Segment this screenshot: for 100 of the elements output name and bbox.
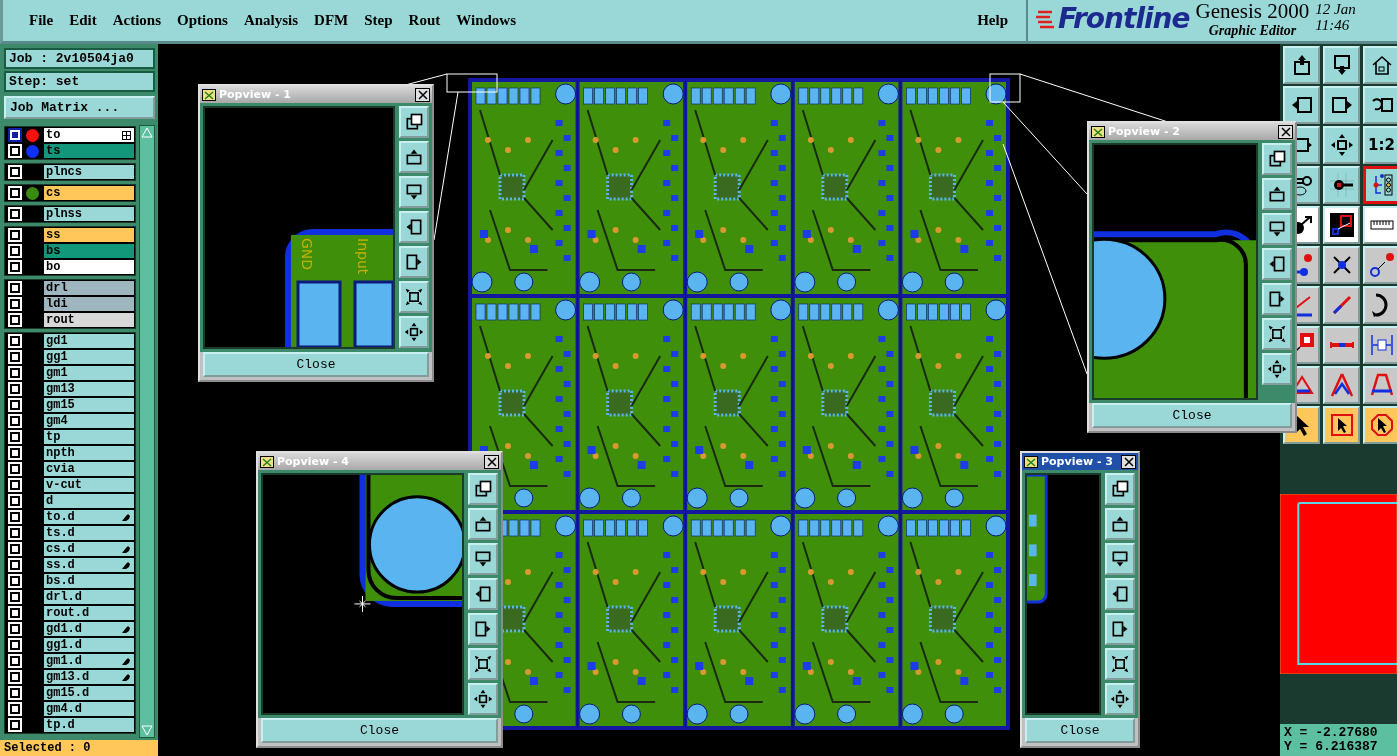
close-window-button[interactable] bbox=[1121, 454, 1136, 469]
layer-checkbox[interactable] bbox=[10, 315, 20, 325]
window-copy-button[interactable] bbox=[399, 106, 429, 138]
layer-checkbox[interactable] bbox=[10, 262, 20, 272]
layer-checkbox[interactable] bbox=[10, 416, 20, 426]
close-window-button[interactable] bbox=[415, 87, 430, 102]
layer-item[interactable]: ts bbox=[44, 144, 134, 158]
undo-tool[interactable] bbox=[1363, 86, 1397, 124]
layer-checkbox[interactable] bbox=[10, 448, 20, 458]
arch-tool[interactable] bbox=[1363, 366, 1397, 404]
layer-item[interactable]: ss.d bbox=[44, 558, 134, 572]
zoom-out-button[interactable] bbox=[1262, 353, 1292, 385]
zoom-in-button[interactable] bbox=[1105, 648, 1135, 680]
menu-item[interactable]: Rout bbox=[402, 12, 447, 29]
job-matrix-button[interactable]: Job Matrix ... bbox=[4, 96, 155, 119]
rotate-tool[interactable] bbox=[1363, 286, 1397, 324]
layer-item[interactable]: npth bbox=[44, 446, 134, 460]
tray-up-button[interactable] bbox=[468, 508, 498, 540]
tray-up-button[interactable] bbox=[1105, 508, 1135, 540]
layer-checkbox[interactable] bbox=[10, 384, 20, 394]
square-line-tool[interactable] bbox=[1323, 206, 1360, 244]
layer-item[interactable]: ss bbox=[44, 228, 134, 242]
layer-item[interactable]: gd1 bbox=[44, 334, 134, 348]
pointer-square-tool[interactable] bbox=[1323, 406, 1360, 444]
box-arrow-left-tool[interactable] bbox=[1283, 86, 1320, 124]
tray-down-button[interactable] bbox=[399, 176, 429, 208]
close-button[interactable]: Close bbox=[203, 352, 429, 377]
layer-checkbox[interactable] bbox=[10, 656, 20, 666]
layer-item[interactable]: gg1.d bbox=[44, 638, 134, 652]
layer-item[interactable]: gm1 bbox=[44, 366, 134, 380]
ruler-tool[interactable] bbox=[1363, 206, 1397, 244]
layer-item[interactable]: gm15 bbox=[44, 398, 134, 412]
layer-checkbox[interactable] bbox=[10, 592, 20, 602]
layer-checkbox[interactable] bbox=[10, 688, 20, 698]
layer-item[interactable]: ldi bbox=[44, 297, 134, 311]
minimap-drawing[interactable] bbox=[1280, 494, 1397, 674]
menu-item[interactable]: DFM bbox=[308, 12, 355, 29]
box-arrow-right-button[interactable] bbox=[399, 246, 429, 278]
help-menu[interactable]: Help bbox=[971, 12, 1014, 29]
cross-tool[interactable] bbox=[1323, 246, 1360, 284]
box-arrow-right-button[interactable] bbox=[1262, 283, 1292, 315]
layer-item[interactable]: gg1 bbox=[44, 350, 134, 364]
tray-down-button[interactable] bbox=[468, 543, 498, 575]
close-button[interactable]: Close bbox=[1092, 403, 1292, 428]
close-window-button[interactable] bbox=[1278, 124, 1293, 139]
layer-checkbox[interactable] bbox=[10, 400, 20, 410]
menu-item[interactable]: File bbox=[23, 12, 60, 29]
close-button[interactable]: Close bbox=[261, 718, 498, 743]
menu-item[interactable]: Windows bbox=[450, 12, 522, 29]
layer-checkbox[interactable] bbox=[10, 336, 20, 346]
layer-checkbox[interactable] bbox=[10, 576, 20, 586]
window-copy-button[interactable] bbox=[1105, 473, 1135, 505]
zoom-out-button[interactable] bbox=[399, 316, 429, 348]
layer-item[interactable]: gm1.d bbox=[44, 654, 134, 668]
tray-up-button[interactable] bbox=[1262, 178, 1292, 210]
menu-item[interactable]: Actions bbox=[106, 12, 167, 29]
layer-checkbox[interactable] bbox=[10, 368, 20, 378]
layer-item[interactable]: gm13.d bbox=[44, 670, 134, 684]
layer-checkbox[interactable] bbox=[10, 672, 20, 682]
layer-checkbox[interactable] bbox=[10, 230, 20, 240]
peak-tool[interactable] bbox=[1323, 366, 1360, 404]
layer-checkbox[interactable] bbox=[10, 188, 20, 198]
zoom-out-button[interactable] bbox=[468, 683, 498, 715]
layer-item[interactable]: to bbox=[44, 128, 134, 142]
close-button[interactable]: Close bbox=[1025, 718, 1135, 743]
layer-item[interactable]: drl bbox=[44, 281, 134, 295]
layer-item[interactable]: d bbox=[44, 494, 134, 508]
box-arrow-right-button[interactable] bbox=[1105, 613, 1135, 645]
layer-item[interactable]: plncs bbox=[44, 165, 134, 179]
layer-item[interactable]: rout bbox=[44, 313, 134, 327]
box-arrow-left-button[interactable] bbox=[1262, 248, 1292, 280]
layer-item[interactable]: ts.d bbox=[44, 526, 134, 540]
layer-item[interactable]: cs.d bbox=[44, 542, 134, 556]
menu-item[interactable]: Options bbox=[171, 12, 234, 29]
layer-checkbox[interactable] bbox=[10, 146, 20, 156]
layer-checkbox[interactable] bbox=[10, 704, 20, 714]
pointer-octagon-tool[interactable] bbox=[1363, 406, 1397, 444]
layer-item[interactable]: v-cut bbox=[44, 478, 134, 492]
close-window-button[interactable] bbox=[484, 454, 499, 469]
layer-checkbox[interactable] bbox=[10, 299, 20, 309]
layer-item[interactable]: bs bbox=[44, 244, 134, 258]
zoom-in-button[interactable] bbox=[399, 281, 429, 313]
layer-checkbox[interactable] bbox=[10, 209, 20, 219]
horizontal-line-tool[interactable] bbox=[1323, 326, 1360, 364]
window-copy-button[interactable] bbox=[1262, 143, 1292, 175]
zoom-out-button[interactable] bbox=[1105, 683, 1135, 715]
layer-checkbox[interactable] bbox=[10, 544, 20, 554]
layer-checkbox[interactable] bbox=[10, 512, 20, 522]
layer-item[interactable]: cvia bbox=[44, 462, 134, 476]
dimension-tool[interactable] bbox=[1363, 326, 1397, 364]
layer-checkbox[interactable] bbox=[10, 480, 20, 490]
scale-tool[interactable]: 1:2 bbox=[1363, 126, 1397, 164]
house-tool[interactable] bbox=[1363, 46, 1397, 84]
layer-checkbox[interactable] bbox=[10, 640, 20, 650]
tray-down-button[interactable] bbox=[1105, 543, 1135, 575]
box-arrow-left-button[interactable] bbox=[399, 211, 429, 243]
layer-item[interactable]: gm4 bbox=[44, 414, 134, 428]
layer-checkbox[interactable] bbox=[10, 464, 20, 474]
box-arrow-left-button[interactable] bbox=[1105, 578, 1135, 610]
tray-up-button[interactable] bbox=[399, 141, 429, 173]
